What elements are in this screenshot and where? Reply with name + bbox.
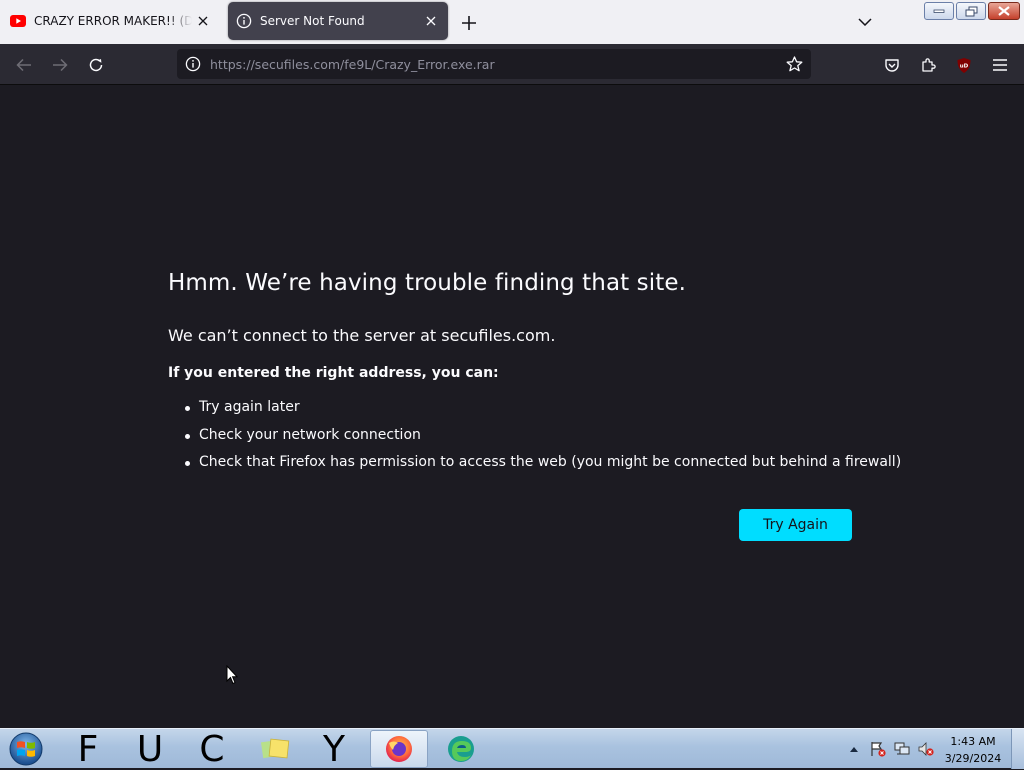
url-path: /fe9L/Crazy_Error.exe.rar (340, 56, 495, 72)
sticky-notes-icon[interactable] (246, 730, 304, 768)
start-orb-icon[interactable] (6, 730, 46, 768)
suggestion-text: Check that Firefox has permission to acc… (199, 454, 902, 470)
try-again-button[interactable]: Try Again (739, 509, 852, 541)
navigation-toolbar: https://secufiles.com/fe9L/Crazy_Error.e… (0, 44, 1024, 85)
list-item: Check that Firefox has permission to acc… (185, 454, 901, 482)
bullet-icon (185, 461, 190, 466)
firefox-taskbar-icon[interactable] (370, 730, 428, 768)
close-window-button[interactable] (988, 2, 1020, 20)
taskbar-item-c[interactable]: C (184, 729, 240, 770)
extensions-puzzle-icon[interactable] (915, 52, 941, 78)
forward-arrow-icon[interactable] (47, 52, 73, 78)
action-center-flag-icon[interactable] (866, 737, 890, 761)
tab-server-not-found[interactable]: Server Not Found (228, 2, 448, 40)
suggestion-text: Try again later (199, 399, 300, 415)
new-tab-plus-icon[interactable] (456, 10, 482, 36)
minimize-button[interactable] (924, 2, 954, 20)
site-info-icon[interactable] (179, 50, 207, 78)
tab-strip: CRAZY ERROR MAKER!! (DOWNLOAD) Server No… (0, 0, 1024, 44)
show-hidden-icons-arrow[interactable] (842, 737, 866, 761)
clock-date: 3/29/2024 (944, 752, 1002, 765)
error-subtitle: We can’t connect to the server at secufi… (168, 326, 556, 345)
close-tab-icon[interactable] (192, 10, 214, 32)
url-host: https://secufiles.com (210, 56, 341, 72)
window-controls (924, 2, 1020, 20)
pocket-icon[interactable] (879, 52, 905, 78)
error-title: Hmm. We’re having trouble finding that s… (168, 270, 687, 296)
restore-button[interactable] (956, 2, 986, 20)
taskbar-item-y[interactable]: Y (306, 729, 362, 770)
suggestion-text: Check your network connection (199, 426, 421, 443)
list-item: Try again later (185, 399, 901, 427)
suggestion-list: Try again later Check your network conne… (185, 399, 901, 482)
clock-time: 1:43 AM (950, 735, 996, 748)
taskbar-item-u[interactable]: U (122, 729, 178, 770)
error-hint: If you entered the right address, you ca… (168, 365, 499, 381)
url-text[interactable]: https://secufiles.com/fe9L/Crazy_Error.e… (210, 57, 495, 72)
tab-youtube[interactable]: CRAZY ERROR MAKER!! (DOWNLOAD) (0, 2, 220, 40)
show-desktop-button[interactable] (1011, 729, 1024, 769)
mouse-cursor-icon (226, 664, 239, 689)
youtube-icon (10, 13, 26, 29)
edge-browser-icon[interactable] (432, 730, 490, 768)
svg-text:uD: uD (960, 63, 969, 69)
ublock-origin-icon[interactable]: uD (951, 52, 977, 78)
list-tabs-chevron-icon[interactable] (852, 10, 878, 34)
bullet-icon (185, 433, 190, 439)
reload-icon[interactable] (83, 52, 109, 78)
system-clock[interactable]: 1:43 AM 3/29/2024 (938, 733, 1008, 767)
error-page: Hmm. We’re having trouble finding that s… (0, 86, 1024, 728)
hamburger-menu-icon[interactable] (987, 52, 1013, 78)
back-arrow-icon[interactable] (11, 52, 37, 78)
network-icon[interactable] (890, 737, 914, 761)
system-tray (842, 729, 938, 769)
bullet-icon (185, 406, 190, 411)
taskbar-item-f[interactable]: F (60, 729, 116, 770)
bookmark-star-icon[interactable] (781, 51, 807, 77)
close-tab-icon[interactable] (420, 10, 442, 32)
tab-title: CRAZY ERROR MAKER!! (DOWNLOAD) (34, 14, 192, 28)
info-icon (236, 13, 252, 29)
tab-title: Server Not Found (260, 14, 365, 28)
windows-taskbar: F U C Y 1:43 AM 3/29/2024 (0, 728, 1024, 770)
list-item: Check your network connection (185, 427, 901, 455)
volume-muted-icon[interactable] (914, 737, 938, 761)
address-bar[interactable]: https://secufiles.com/fe9L/Crazy_Error.e… (177, 49, 811, 79)
